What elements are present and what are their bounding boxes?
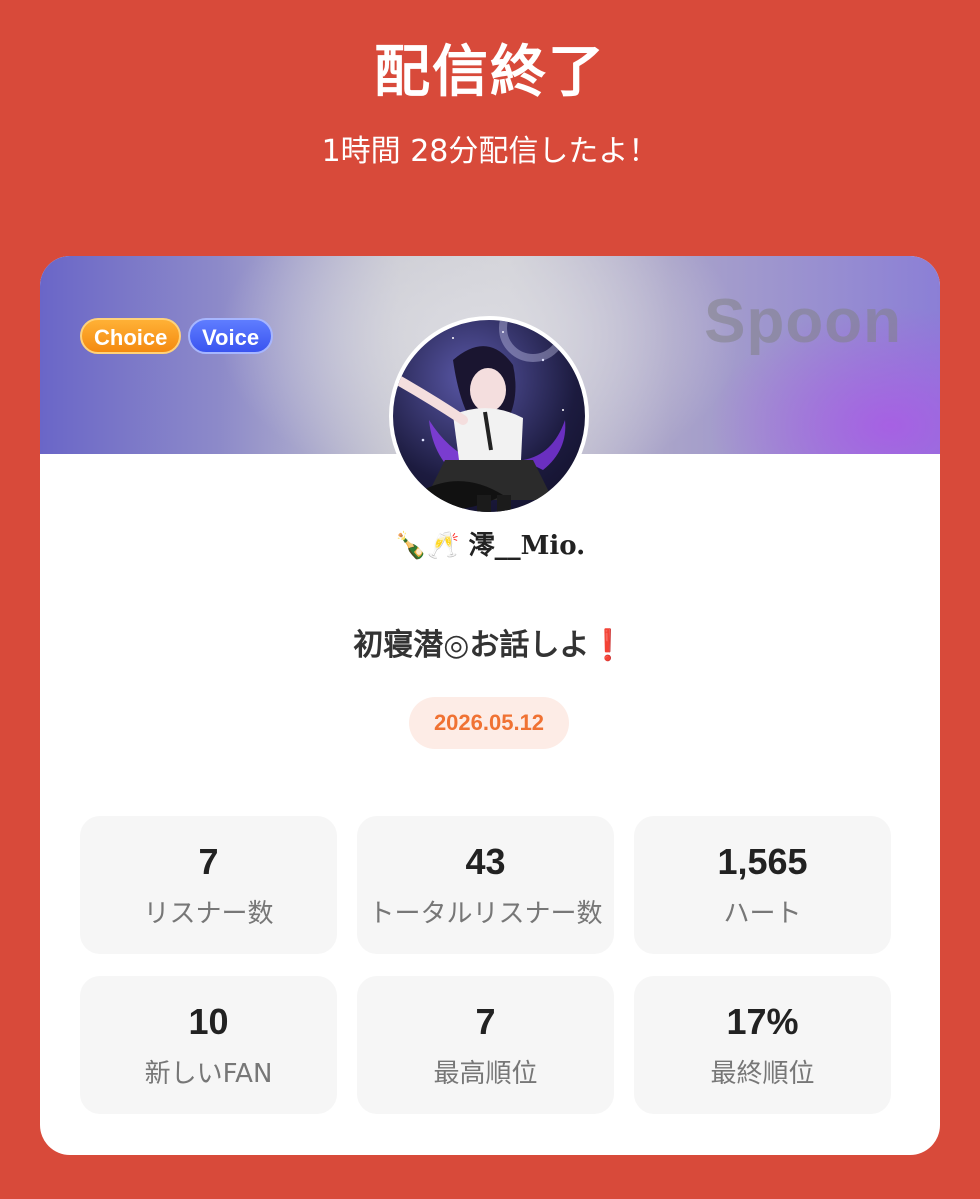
avatar	[389, 316, 589, 516]
stat-listeners: 7 リスナー数	[80, 816, 337, 954]
stat-highest-rank: 7 最高順位	[357, 976, 614, 1114]
spoon-logo: Spoon	[704, 287, 902, 356]
stat-new-fans: 10 新しいFAN	[80, 976, 337, 1114]
stat-final-rank: 17% 最終順位	[634, 976, 891, 1114]
stat-label: 新しいFAN	[144, 1059, 273, 1089]
stat-value: 10	[188, 1001, 229, 1042]
stat-total-listeners: 43 トータルリスナー数	[357, 816, 614, 954]
username: 🍾🥂 澪__Mio.	[394, 531, 586, 561]
stat-label: リスナー数	[143, 899, 274, 929]
stat-value: 43	[465, 841, 506, 882]
stat-hearts: 1,565 ハート	[634, 816, 891, 954]
stat-value: 7	[475, 1001, 496, 1042]
stat-label: トータルリスナー数	[368, 899, 603, 929]
voice-badge: Voice	[188, 318, 274, 354]
stat-value: 1,565	[717, 841, 808, 882]
broadcast-date: 2026.05.12	[409, 697, 569, 749]
stat-label: 最終順位	[710, 1059, 815, 1089]
avatar-image	[393, 320, 567, 512]
stat-value: 7	[198, 841, 219, 882]
broadcast-summary-card: Choice Voice Spoon 🍾🥂 澪__Mio. 初寝潜◎お話しよ❗️…	[40, 256, 940, 1155]
page-title: 配信終了	[374, 40, 606, 105]
stat-label: 最高順位	[433, 1059, 538, 1089]
choice-badge: Choice	[80, 318, 182, 354]
stat-label: ハート	[723, 899, 802, 929]
broadcast-duration: 1時間 28分配信したよ！	[321, 134, 659, 169]
broadcast-title: 初寝潜◎お話しよ❗️	[353, 628, 627, 663]
stat-value: 17%	[726, 1001, 799, 1042]
